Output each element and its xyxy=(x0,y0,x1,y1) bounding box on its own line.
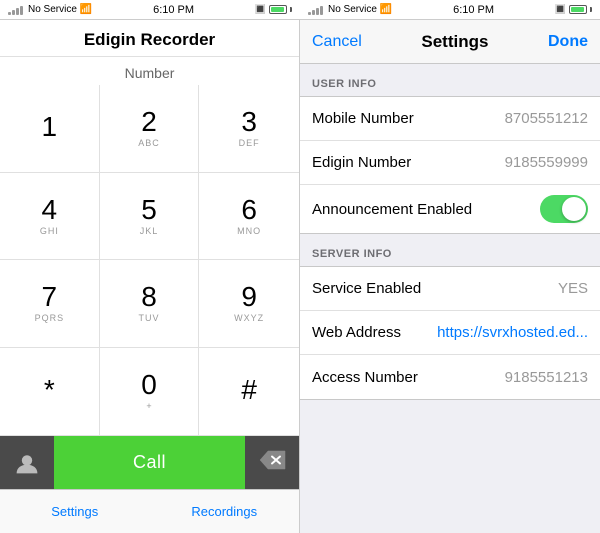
key-1[interactable]: 1 xyxy=(0,85,100,173)
wifi-icon-right: 📶 xyxy=(380,4,392,15)
dial-grid: 1 2 ABC 3 DEF 4 GHI 5 JKL 6 MNO xyxy=(0,85,299,435)
battery-right xyxy=(569,5,587,14)
battery-tip-left xyxy=(290,7,292,12)
call-button[interactable]: Call xyxy=(54,436,245,489)
bluetooth-icon-right: 🔳 xyxy=(555,4,566,15)
access-number-value: 9185551213 xyxy=(505,369,588,386)
main-split: Edigin Recorder Number 1 2 ABC 3 DEF 4 G… xyxy=(0,20,600,533)
backspace-icon xyxy=(258,450,286,475)
contact-button[interactable] xyxy=(0,436,54,489)
edigin-number-row: Edigin Number 9185559999 xyxy=(300,141,600,185)
key-0[interactable]: 0 + xyxy=(100,348,200,436)
settings-panel: Cancel Settings Done USER INFO Mobile Nu… xyxy=(300,20,600,533)
settings-body: USER INFO Mobile Number 8705551212 Edigi… xyxy=(300,64,600,533)
settings-spacer xyxy=(300,400,600,420)
left-tab-bar: Settings Recordings xyxy=(0,489,299,533)
web-address-value[interactable]: https://svrxhosted.ed... xyxy=(437,324,588,341)
settings-title: Settings xyxy=(421,32,488,52)
announcement-label: Announcement Enabled xyxy=(312,201,472,218)
key-3[interactable]: 3 DEF xyxy=(199,85,299,173)
user-info-group: Mobile Number 8705551212 Edigin Number 9… xyxy=(300,96,600,234)
number-display: Number xyxy=(0,57,299,85)
done-button[interactable]: Done xyxy=(548,33,588,51)
key-4[interactable]: 4 GHI xyxy=(0,173,100,261)
server-info-header: SERVER INFO xyxy=(300,234,600,266)
dialer-title: Edigin Recorder xyxy=(0,20,299,57)
service-enabled-label: Service Enabled xyxy=(312,280,421,297)
status-bar: No Service 📶 6:10 PM 🔳 No Service 📶 6:10… xyxy=(0,0,600,20)
battery-left xyxy=(269,5,287,14)
key-5[interactable]: 5 JKL xyxy=(100,173,200,261)
web-address-label: Web Address xyxy=(312,324,401,341)
delete-button[interactable] xyxy=(245,436,299,489)
right-time: 6:10 PM xyxy=(453,4,494,16)
signal-bars-left xyxy=(8,5,23,15)
key-9[interactable]: 9 WXYZ xyxy=(199,260,299,348)
key-2[interactable]: 2 ABC xyxy=(100,85,200,173)
wifi-icon-left: 📶 xyxy=(80,4,92,15)
contact-icon xyxy=(14,450,40,476)
right-carrier-label: No Service xyxy=(328,4,377,15)
dialer-panel: Edigin Recorder Number 1 2 ABC 3 DEF 4 G… xyxy=(0,20,300,533)
access-number-label: Access Number xyxy=(312,369,418,386)
mobile-number-value: 8705551212 xyxy=(505,110,588,127)
left-time: 6:10 PM xyxy=(153,4,194,16)
battery-tip-right xyxy=(590,7,592,12)
edigin-number-label: Edigin Number xyxy=(312,154,411,171)
web-address-row: Web Address https://svrxhosted.ed... xyxy=(300,311,600,355)
key-7[interactable]: 7 PQRS xyxy=(0,260,100,348)
recordings-tab[interactable]: Recordings xyxy=(150,490,300,533)
user-info-header: USER INFO xyxy=(300,64,600,96)
announcement-toggle[interactable] xyxy=(540,195,588,223)
left-status: No Service 📶 6:10 PM 🔳 xyxy=(0,0,300,20)
server-info-group: Service Enabled YES Web Address https://… xyxy=(300,266,600,400)
dialer-bottom-bar: Call xyxy=(0,435,299,489)
service-enabled-row: Service Enabled YES xyxy=(300,267,600,311)
right-status: No Service 📶 6:10 PM 🔳 xyxy=(300,0,600,20)
edigin-number-value: 9185559999 xyxy=(505,154,588,171)
toggle-knob xyxy=(562,197,586,221)
access-number-row: Access Number 9185551213 xyxy=(300,355,600,399)
left-carrier-info: No Service 📶 xyxy=(8,4,92,15)
settings-header: Cancel Settings Done xyxy=(300,20,600,64)
signal-bars-right xyxy=(308,5,323,15)
left-battery-area: 🔳 xyxy=(255,4,292,15)
cancel-button[interactable]: Cancel xyxy=(312,33,362,51)
service-enabled-value: YES xyxy=(558,280,588,297)
key-8[interactable]: 8 TUV xyxy=(100,260,200,348)
right-battery-area: 🔳 xyxy=(555,4,592,15)
right-carrier-info: No Service 📶 xyxy=(308,4,392,15)
key-6[interactable]: 6 MNO xyxy=(199,173,299,261)
mobile-number-label: Mobile Number xyxy=(312,110,414,127)
key-star[interactable]: * xyxy=(0,348,100,436)
mobile-number-row: Mobile Number 8705551212 xyxy=(300,97,600,141)
settings-tab[interactable]: Settings xyxy=(0,490,150,533)
key-hash[interactable]: # xyxy=(199,348,299,436)
left-carrier-label: No Service xyxy=(28,4,77,15)
announcement-row: Announcement Enabled xyxy=(300,185,600,233)
bluetooth-icon-left: 🔳 xyxy=(255,4,266,15)
